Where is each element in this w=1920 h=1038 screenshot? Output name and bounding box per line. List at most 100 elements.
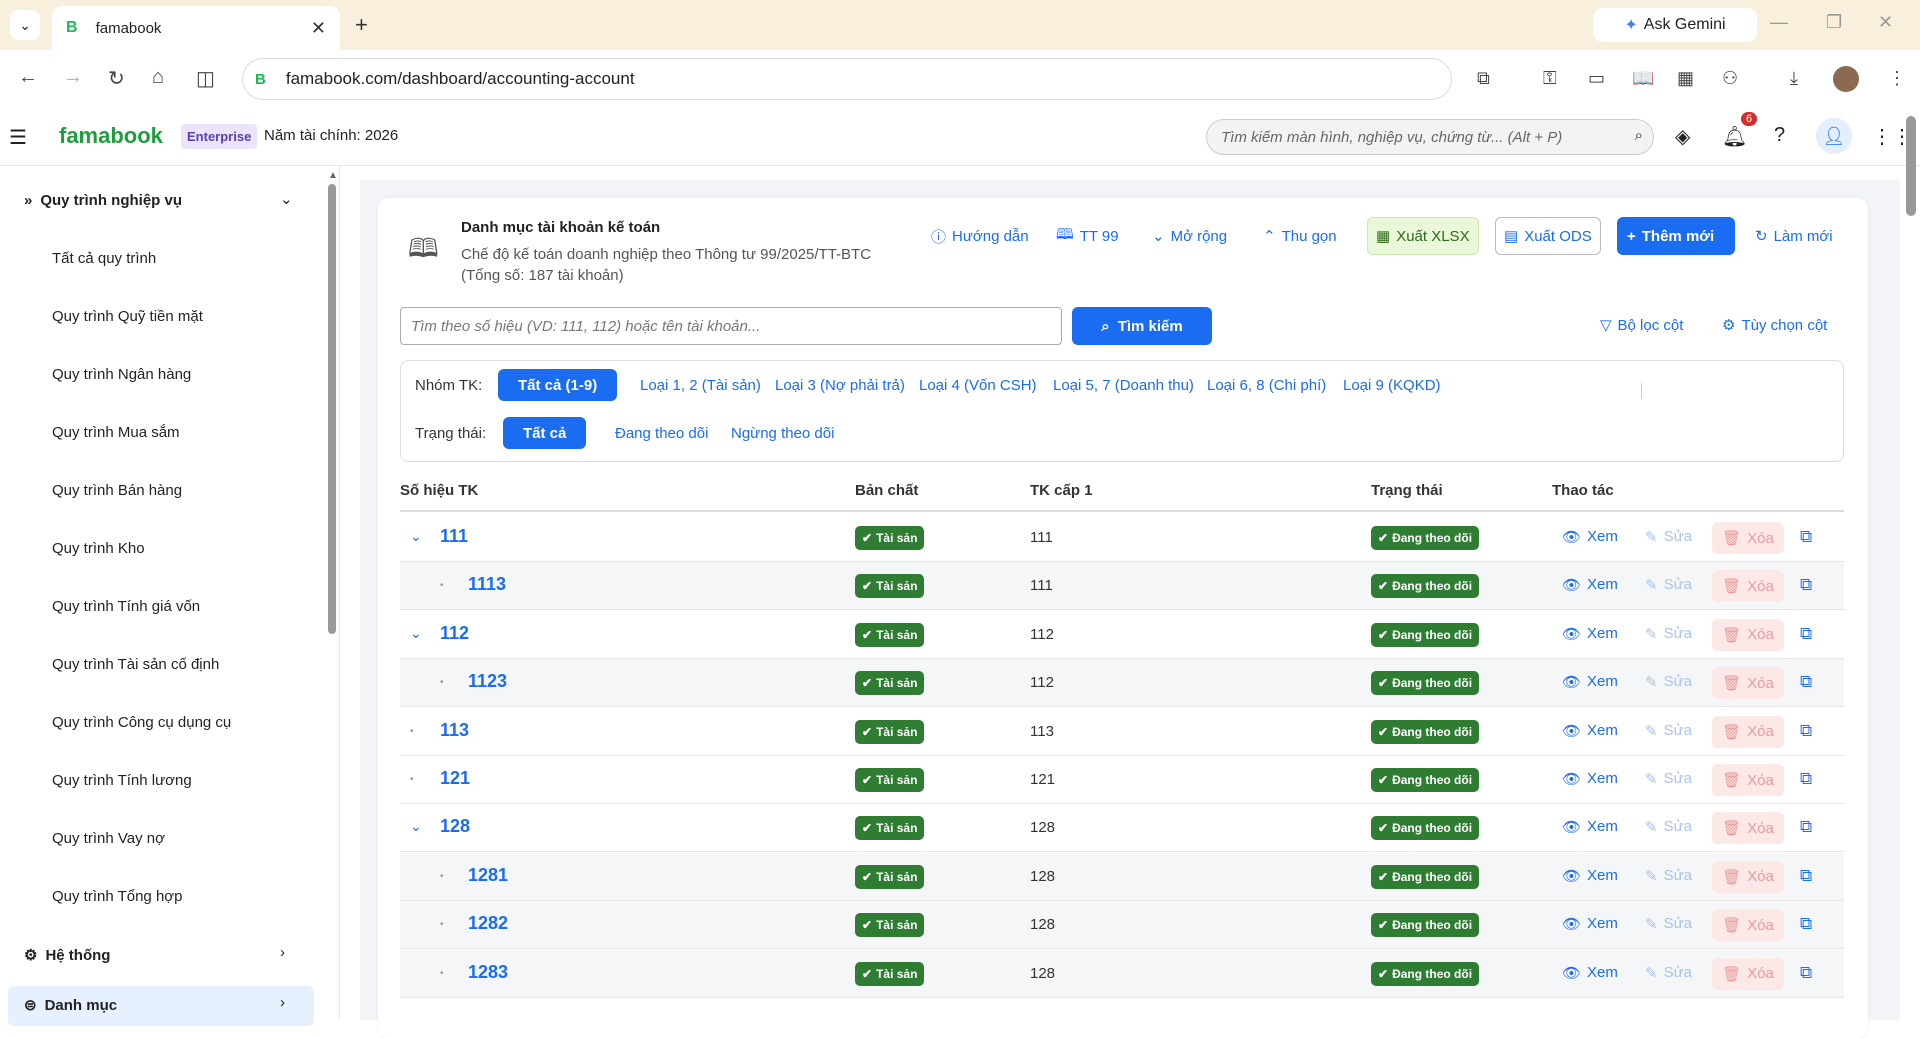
column-filter-button[interactable]: ▽ Bộ lọc cột (1600, 316, 1683, 335)
account-code[interactable]: 113 (440, 720, 469, 741)
table-row[interactable]: ⌄ 112 ✔ Tài sản 112 ✔ Đang theo dõi 👁︎ Xem ✎ Sửa 🗑︎… (400, 610, 1844, 659)
view-button[interactable]: 👁︎ Xem (1562, 915, 1618, 933)
copy-icon[interactable]: ⧉ (1800, 817, 1812, 837)
delete-button[interactable]: 🗑︎ Xóa (1712, 812, 1784, 845)
view-button[interactable]: 👁︎ Xem (1562, 673, 1618, 691)
account-code[interactable]: 1123 (468, 671, 507, 692)
refresh-button[interactable]: ↻ Làm mới (1747, 217, 1841, 255)
group-chip-results[interactable]: Loại 9 (KQKD) (1323, 369, 1461, 401)
view-button[interactable]: 👁︎ Xem (1562, 964, 1618, 982)
forward-icon[interactable]: → (63, 66, 83, 89)
sidebar-item[interactable]: Quy trình Mua sắm (52, 424, 180, 441)
table-row[interactable]: • 113 ✔ Tài sản 113 ✔ Đang theo dõi 👁︎ Xem ✎ Sửa 🗑︎… (400, 707, 1844, 756)
delete-button[interactable]: 🗑︎ Xóa (1712, 909, 1784, 942)
address-bar[interactable]: B famabook.com/dashboard/accounting-acco… (242, 58, 1452, 100)
sidebar-scrollbar[interactable] (328, 184, 336, 634)
chevron-right-icon[interactable]: › (280, 994, 285, 1011)
delete-button[interactable]: 🗑︎ Xóa (1712, 667, 1784, 700)
table-row[interactable]: • 1123 ✔ Tài sản 112 ✔ Đang theo dõi 👁︎ Xem ✎ Sửa 🗑… (400, 659, 1844, 708)
sidebar-item[interactable]: Quy trình Ngân hàng (52, 366, 191, 383)
bell-icon[interactable]: 🔔︎ (1722, 124, 1747, 149)
table-row[interactable]: • 1281 ✔ Tài sản 128 ✔ Đang theo dõi 👁︎ Xem ✎ Sửa 🗑… (400, 852, 1844, 901)
group-chip-all[interactable]: Tất cả (1-9) (498, 369, 618, 401)
fiscal-year[interactable]: Năm tài chính: 2026 (264, 127, 398, 144)
scroll-up-icon[interactable]: ▲ (328, 170, 338, 181)
sidebar-item[interactable]: Quy trình Quỹ tiền mặt (52, 308, 203, 325)
sidebar-section-process[interactable]: » Quy trình nghiệp vụ (24, 192, 182, 209)
table-row[interactable]: • 1282 ✔ Tài sản 128 ✔ Đang theo dõi 👁︎ Xem ✎ Sửa 🗑… (400, 901, 1844, 950)
delete-button[interactable]: 🗑︎ Xóa (1712, 957, 1784, 990)
key-icon[interactable]: ⚿ (1543, 68, 1557, 89)
reload-icon[interactable]: ↻ (108, 66, 125, 91)
edit-button[interactable]: ✎ Sửa (1645, 770, 1692, 788)
table-row[interactable]: • 1113 ✔ Tài sản 111 ✔ Đang theo dõi 👁︎ Xem ✎ Sửa 🗑… (400, 562, 1844, 611)
table-row[interactable]: • 1283 ✔ Tài sản 128 ✔ Đang theo dõi 👁︎ Xem ✎ Sửa 🗑… (400, 949, 1844, 998)
copy-icon[interactable]: ⧉ (1800, 963, 1812, 983)
account-code[interactable]: 112 (440, 623, 469, 644)
copy-icon[interactable]: ⧉ (1800, 672, 1812, 692)
tab-search-button[interactable]: ⌄ (10, 10, 40, 40)
search-icon[interactable]: ⌕ (1635, 127, 1643, 144)
restore-icon[interactable]: ❐ (1826, 12, 1842, 33)
page-scrollbar[interactable] (1906, 116, 1916, 216)
copy-icon[interactable]: ⧉ (1800, 624, 1812, 644)
col-account-code[interactable]: Số hiệu TK (400, 482, 478, 499)
edit-button[interactable]: ✎ Sửa (1645, 867, 1692, 885)
sidebar-section-system[interactable]: ⚙ Hệ thống (24, 946, 110, 965)
sidebar-item[interactable]: Quy trình Công cụ dụng cụ (52, 714, 231, 731)
copy-icon[interactable]: ⧉ (1800, 527, 1812, 547)
card-icon[interactable]: ▭ (1588, 68, 1605, 89)
sidebar-item[interactable]: Quy trình Tính lương (52, 772, 192, 789)
copy-icon[interactable]: ⧉ (1800, 914, 1812, 934)
sidebar-item[interactable]: Quy trình Kho (52, 540, 145, 557)
col-status[interactable]: Trạng thái (1371, 482, 1443, 499)
tt99-button[interactable]: 🕮 TT 99 (1048, 217, 1127, 255)
hamburger-icon[interactable]: ☰ (9, 125, 27, 150)
copy-icon[interactable]: ⧉ (1800, 769, 1812, 789)
copy-icon[interactable]: ⧉ (1800, 866, 1812, 886)
sidebar-item[interactable]: Quy trình Bán hàng (52, 482, 182, 499)
edit-button[interactable]: ✎ Sửa (1645, 964, 1692, 982)
add-new-button[interactable]: + Thêm mới (1617, 217, 1735, 255)
table-icon[interactable]: ▦ (1677, 68, 1694, 89)
view-button[interactable]: 👁︎ Xem (1562, 576, 1618, 594)
col-nature[interactable]: Bản chất (855, 482, 918, 499)
copy-icon[interactable]: ⧉ (1800, 721, 1812, 741)
global-search-input[interactable]: Tìm kiếm màn hình, nghiệp vụ, chứng từ..… (1206, 119, 1654, 155)
account-code[interactable]: 1282 (468, 913, 508, 934)
chevron-down-icon[interactable]: ⌄ (410, 818, 422, 835)
sidebar-item[interactable]: Quy trình Tổng hợp (52, 888, 182, 905)
search-button[interactable]: ⌕ Tìm kiếm (1072, 307, 1212, 345)
chevron-down-icon[interactable]: ⌄ (410, 528, 422, 545)
delete-button[interactable]: 🗑︎ Xóa (1712, 764, 1784, 796)
brand-logo[interactable]: famabook (59, 123, 163, 149)
view-button[interactable]: 👁︎ Xem (1562, 625, 1618, 643)
account-code[interactable]: 1283 (468, 962, 508, 983)
reading-mode-icon[interactable]: 📖 (1632, 68, 1654, 89)
split-view-icon[interactable]: ◫ (196, 66, 215, 91)
download-icon[interactable]: ⤓ (1790, 68, 1798, 89)
status-chip-all[interactable]: Tất cả (503, 417, 587, 449)
edit-button[interactable]: ✎ Sửa (1645, 818, 1692, 836)
delete-button[interactable]: 🗑︎ Xóa (1712, 715, 1784, 748)
new-tab-button[interactable]: + (355, 12, 368, 38)
view-button[interactable]: 👁︎ Xem (1562, 818, 1618, 836)
delete-button[interactable]: 🗑︎ Xóa (1712, 570, 1784, 603)
delete-button[interactable]: 🗑︎ Xóa (1712, 522, 1784, 554)
close-tab-icon[interactable]: ✕ (311, 18, 326, 39)
sidebar-item[interactable]: Quy trình Vay nợ (52, 830, 165, 847)
account-code[interactable]: 111 (440, 526, 468, 547)
ask-gemini-button[interactable]: ✦ Ask Gemini (1593, 8, 1757, 42)
account-code[interactable]: 1281 (468, 865, 508, 886)
view-button[interactable]: 👁︎ Xem (1562, 867, 1618, 885)
location-icon[interactable]: ◈ (1675, 124, 1690, 149)
view-button[interactable]: 👁︎ Xem (1562, 722, 1618, 740)
sidebar-item[interactable]: Quy trình Tính giá vốn (52, 598, 200, 615)
view-button[interactable]: 👁︎ Xem (1562, 770, 1618, 788)
sidebar-item[interactable]: Tất cả quy trình (52, 250, 156, 267)
view-button[interactable]: 👁︎ Xem (1562, 528, 1618, 546)
account-code[interactable]: 128 (440, 816, 470, 837)
edit-button[interactable]: ✎ Sửa (1645, 722, 1692, 740)
collapse-button[interactable]: ⌃ Thu gọn (1255, 217, 1345, 255)
status-chip-active[interactable]: Đang theo dõi (595, 417, 728, 449)
